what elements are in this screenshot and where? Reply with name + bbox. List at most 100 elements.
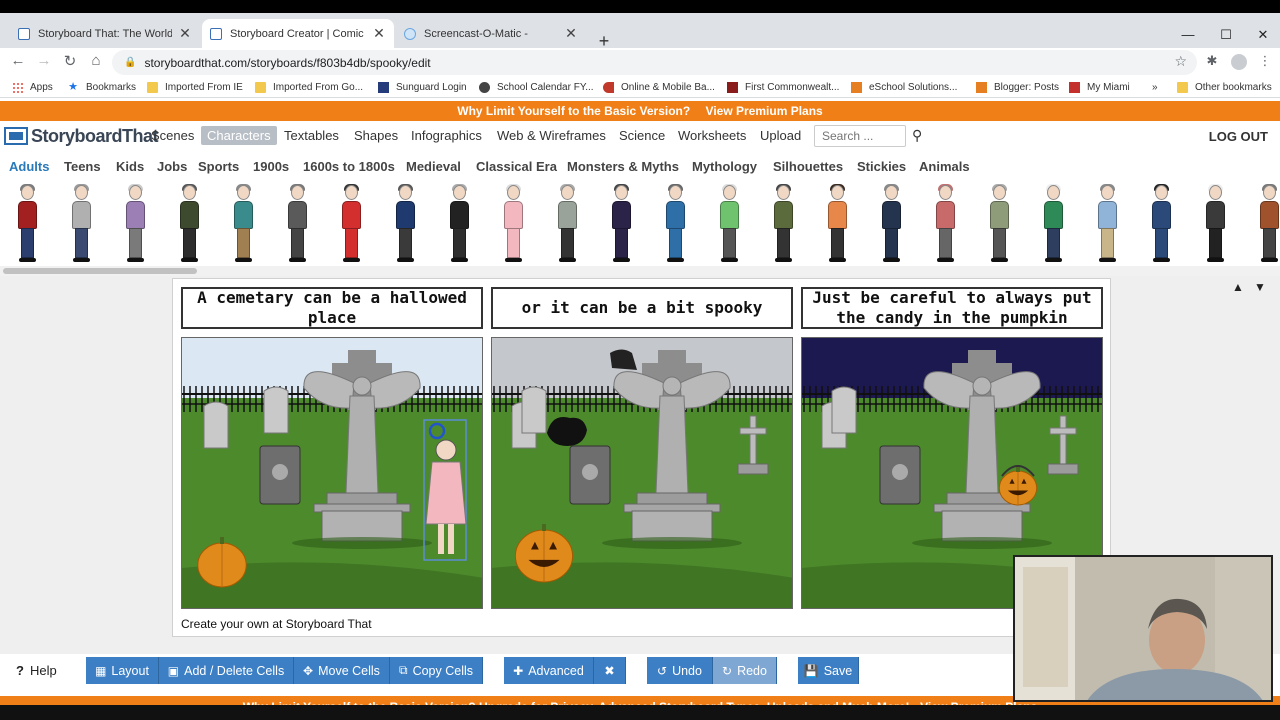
nav-worksheets[interactable]: Worksheets — [678, 128, 746, 143]
browser-tab-screencast[interactable]: Screencast-O-Matic - ✕ — [396, 19, 586, 48]
character-thumbnail[interactable] — [824, 184, 850, 265]
category-monsters-myths[interactable]: Monsters & Myths — [567, 159, 679, 174]
character-thumbnail[interactable] — [338, 184, 364, 265]
storyboard-cell-2[interactable] — [491, 337, 793, 609]
promo-link[interactable]: View Premium Plans — [706, 104, 823, 118]
advanced-button[interactable]: ✚ Advanced — [504, 657, 594, 684]
browser-menu-icon[interactable]: ⋮ — [1256, 53, 1274, 69]
extensions-puzzle-icon[interactable]: ✱ — [1203, 53, 1221, 69]
cell-caption-1[interactable]: A cemetary can be a hallowed place — [181, 287, 483, 329]
character-thumbnail[interactable] — [392, 184, 418, 265]
scroll-up-arrow-icon[interactable]: ▲ — [1232, 280, 1244, 294]
category-adults[interactable]: Adults — [9, 159, 49, 174]
layout-button[interactable]: ▦ Layout — [86, 657, 159, 684]
profile-avatar-icon[interactable] — [1231, 54, 1247, 70]
nav-science[interactable]: Science — [619, 128, 665, 143]
browser-tab-storyboard-creator[interactable]: Storyboard Creator | Comic Strip ✕ — [202, 19, 394, 48]
character-thumbnail[interactable] — [662, 184, 688, 265]
bookmark-other[interactable]: Other bookmarks — [1177, 79, 1272, 95]
address-bar[interactable]: 🔒 storyboardthat.com/storyboards/f803b4d… — [112, 50, 1197, 75]
category-stickies[interactable]: Stickies — [857, 159, 906, 174]
cell-caption-2[interactable]: or it can be a bit spooky — [491, 287, 793, 329]
bookmark-eschool[interactable]: eSchool Solutions... — [851, 79, 957, 95]
close-window-icon[interactable]: ✕ — [1253, 27, 1273, 43]
minimize-window-icon[interactable]: — — [1178, 27, 1198, 42]
nav-infographics[interactable]: Infographics — [411, 128, 482, 143]
nav-web-wireframes[interactable]: Web & Wireframes — [497, 128, 606, 143]
character-thumbnail[interactable] — [68, 184, 94, 265]
close-tab-icon[interactable]: ✕ — [178, 25, 192, 42]
storyboardthat-logo[interactable]: StoryboardThat — [4, 125, 159, 147]
character-thumbnail[interactable] — [284, 184, 310, 265]
back-arrow-icon[interactable]: ← — [8, 52, 28, 69]
bookmark-star-icon[interactable]: ☆ — [1174, 53, 1187, 70]
character-thumbnail[interactable] — [1094, 184, 1120, 265]
category-animals[interactable]: Animals — [919, 159, 970, 174]
nav-upload[interactable]: Upload — [760, 128, 801, 143]
home-icon[interactable]: ⌂ — [86, 52, 106, 69]
bookmark-my-miami[interactable]: My Miami — [1069, 79, 1130, 95]
bookmark-online-banking[interactable]: Online & Mobile Ba... — [603, 79, 715, 95]
close-tab-icon[interactable]: ✕ — [564, 25, 578, 42]
category-1600s-to-1800s[interactable]: 1600s to 1800s — [303, 159, 395, 174]
category-classical-era[interactable]: Classical Era — [476, 159, 557, 174]
character-thumbnail[interactable] — [608, 184, 634, 265]
search-input[interactable] — [814, 125, 906, 147]
character-thumbnail[interactable] — [770, 184, 796, 265]
character-thumbnail[interactable] — [878, 184, 904, 265]
bookmark-school-calendar[interactable]: School Calendar FY... — [479, 79, 594, 95]
nav-textables[interactable]: Textables — [284, 128, 339, 143]
character-thumbnail[interactable] — [716, 184, 742, 265]
nav-scenes[interactable]: Scenes — [151, 128, 194, 143]
character-thumbnail[interactable] — [932, 184, 958, 265]
character-thumbnail[interactable] — [500, 184, 526, 265]
bookmarks-overflow[interactable]: » — [1152, 79, 1158, 95]
reload-icon[interactable]: ↻ — [60, 52, 80, 70]
character-thumbnail[interactable] — [1148, 184, 1174, 265]
category-medieval[interactable]: Medieval — [406, 159, 461, 174]
cell-caption-3[interactable]: Just be careful to always put the candy … — [801, 287, 1103, 329]
copy-cells-button[interactable]: ⧉ Copy Cells — [390, 657, 483, 684]
close-tab-icon[interactable]: ✕ — [372, 25, 386, 42]
logout-link[interactable]: LOG OUT — [1209, 129, 1268, 144]
character-thumbnail[interactable] — [986, 184, 1012, 265]
character-thumbnail[interactable] — [1040, 184, 1066, 265]
character-scrollbar-thumb[interactable] — [3, 268, 197, 274]
maximize-window-icon[interactable]: ☐ — [1216, 27, 1236, 43]
bookmark-imported-go[interactable]: Imported From Go... — [255, 79, 363, 95]
bookmark-blogger[interactable]: Blogger: Posts — [976, 79, 1059, 95]
scroll-down-arrow-icon[interactable]: ▼ — [1254, 280, 1266, 294]
category-1900s[interactable]: 1900s — [253, 159, 289, 174]
nav-shapes[interactable]: Shapes — [354, 128, 398, 143]
character-thumbnail[interactable] — [554, 184, 580, 265]
help-button[interactable]: ? Help — [16, 663, 57, 678]
character-thumbnail[interactable] — [1202, 184, 1228, 265]
bookmark-imported-ie[interactable]: Imported From IE — [147, 79, 243, 95]
category-teens[interactable]: Teens — [64, 159, 101, 174]
category-jobs[interactable]: Jobs — [157, 159, 187, 174]
character-thumbnail[interactable] — [446, 184, 472, 265]
category-sports[interactable]: Sports — [198, 159, 239, 174]
bookmark-sunguard[interactable]: Sunguard Login — [378, 79, 467, 95]
character-thumbnail[interactable] — [176, 184, 202, 265]
move-cells-button[interactable]: ✥ Move Cells — [294, 657, 390, 684]
category-silhouettes[interactable]: Silhouettes — [773, 159, 843, 174]
redo-button[interactable]: ↻ Redo — [713, 657, 777, 684]
storyboard-cell-1[interactable] — [181, 337, 483, 609]
character-thumbnail[interactable] — [1256, 184, 1280, 265]
browser-tab-storyboard-home[interactable]: Storyboard That: The World's Be ✕ — [10, 19, 200, 48]
bookmark-apps[interactable]: Apps — [12, 79, 53, 95]
fullscreen-button[interactable]: ✖ — [594, 657, 626, 684]
bookmark-first-commonwealth[interactable]: First Commonwealt... — [727, 79, 839, 95]
character-thumbnail[interactable] — [14, 184, 40, 265]
bookmark-bookmarks[interactable]: ★ Bookmarks — [67, 79, 136, 95]
save-button[interactable]: 💾 Save — [798, 657, 859, 684]
category-mythology[interactable]: Mythology — [692, 159, 757, 174]
premium-promo-banner[interactable]: Why Limit Yourself to the Basic Version?… — [0, 101, 1280, 121]
add-delete-cells-button[interactable]: ▣ Add / Delete Cells — [159, 657, 294, 684]
forward-arrow-icon[interactable]: → — [34, 52, 54, 69]
search-icon[interactable]: ⚲ — [912, 127, 922, 144]
character-thumbnail[interactable] — [122, 184, 148, 265]
category-kids[interactable]: Kids — [116, 159, 144, 174]
undo-button[interactable]: ↺ Undo — [647, 657, 713, 684]
